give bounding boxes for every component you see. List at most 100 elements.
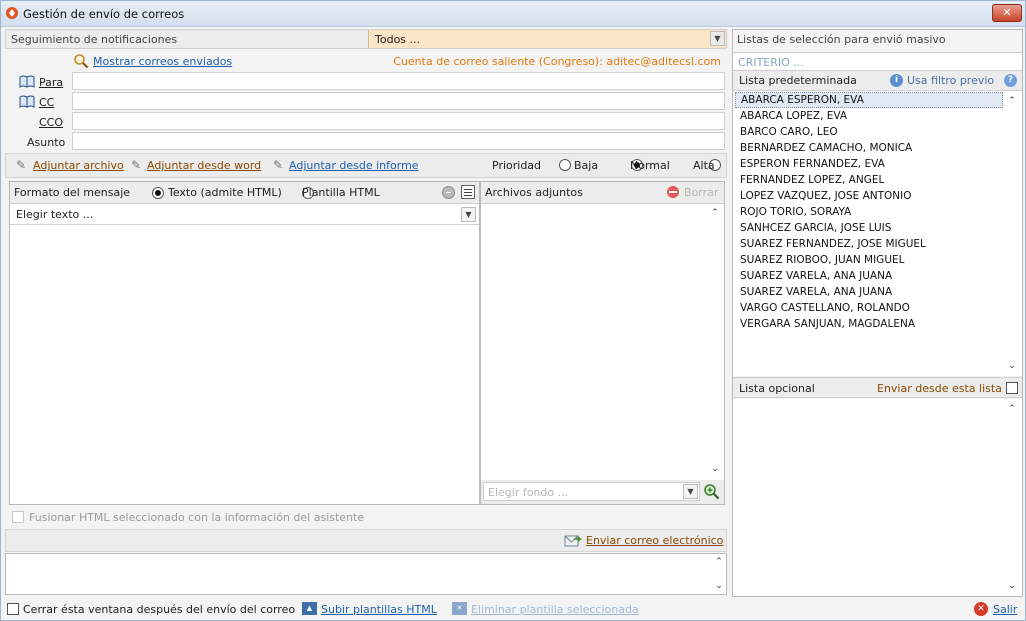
subject-field[interactable] xyxy=(72,132,725,150)
delete-attachment-button[interactable]: Borrar xyxy=(684,186,718,199)
notifications-filter-value: Todos ... xyxy=(375,33,421,46)
priority-normal-label: Normal xyxy=(630,159,670,172)
choose-text-select[interactable]: Elegir texto ... ▼ xyxy=(10,204,479,225)
priority-label: Prioridad xyxy=(492,159,542,172)
list-item[interactable]: SUAREZ FERNANDEZ, JOSE MIGUEL xyxy=(735,236,1003,252)
window-title: Gestión de envío de correos xyxy=(23,7,185,21)
show-sent-mails-link[interactable]: Mostrar correos enviados xyxy=(93,55,232,68)
list-item[interactable]: ABARCA ESPERON, EVA xyxy=(735,92,1003,108)
attach-file-link[interactable]: Adjuntar archivo xyxy=(33,159,124,172)
bcc-field[interactable] xyxy=(72,112,725,130)
scroll-up-icon[interactable]: ⌃ xyxy=(1007,96,1017,106)
list-item[interactable]: BERNARDEZ CAMACHO, MONICA xyxy=(735,140,1003,156)
priority-low-radio[interactable] xyxy=(559,159,571,171)
notifications-label: Seguimiento de notificaciones xyxy=(11,33,178,46)
chevron-down-icon[interactable]: ▼ xyxy=(710,31,725,46)
attach-from-word-link[interactable]: Adjuntar desde word xyxy=(147,159,261,172)
message-format-header: Formato del mensaje Texto (admite HTML) … xyxy=(10,182,479,204)
merge-html-checkbox[interactable] xyxy=(12,511,24,523)
scroll-up-icon[interactable]: ⌃ xyxy=(1007,404,1017,414)
criteria-input[interactable]: CRITERIO ... xyxy=(733,52,1022,71)
attach-from-report-link[interactable]: Adjuntar desde informe xyxy=(289,159,419,172)
scroll-down-icon[interactable]: ⌄ xyxy=(710,464,720,474)
optional-list[interactable]: ⌃ ⌄ xyxy=(733,399,1022,596)
search-icon xyxy=(74,54,89,69)
html-upload-icon: ▲ xyxy=(302,602,317,615)
list-item[interactable]: FERNANDEZ LOPEZ, ANGEL xyxy=(735,172,1003,188)
choose-background-select[interactable]: Elegir fondo ... ▼ xyxy=(483,482,700,501)
to-label[interactable]: Para xyxy=(39,76,63,89)
text-document-icon[interactable] xyxy=(461,185,475,199)
upload-templates-link[interactable]: Subir plantillas HTML xyxy=(321,603,437,616)
paperclip-icon: ✎ xyxy=(16,158,27,172)
optional-list-header: Lista opcional Enviar desde esta lista xyxy=(733,377,1022,398)
message-body-editor[interactable] xyxy=(10,226,479,504)
mass-lists-title: Listas de selección para envió masivo xyxy=(737,33,946,46)
app-logo-icon xyxy=(6,7,18,19)
list-item[interactable]: LOPEZ VAZQUEZ, JOSE ANTONIO xyxy=(735,188,1003,204)
criteria-placeholder: CRITERIO ... xyxy=(738,56,804,69)
scroll-down-icon[interactable]: ⌄ xyxy=(1007,581,1017,591)
scroll-up-icon[interactable]: ⌃ xyxy=(710,208,720,218)
format-template-label: Plantilla HTML xyxy=(302,186,380,199)
list-item[interactable]: VARGO CASTELLANO, ROLANDO xyxy=(735,300,1003,316)
list-item[interactable]: SUAREZ VARELA, ANA JUANA xyxy=(735,284,1003,300)
attach-toolbar: ✎ Adjuntar archivo ✎ Adjuntar desde word… xyxy=(5,153,727,178)
default-list-label: Lista predeterminada xyxy=(739,74,857,87)
choose-background-value: Elegir fondo ... xyxy=(488,486,569,499)
help-icon[interactable]: ? xyxy=(1004,74,1017,87)
default-list[interactable]: ABARCA ESPERON, EVA ABARCA LOPEZ, EVA BARC… xyxy=(733,91,1022,376)
scroll-up-icon[interactable]: ⌃ xyxy=(714,557,724,567)
attachments-label: Archivos adjuntos xyxy=(485,186,583,199)
priority-high-label: Alta xyxy=(693,159,715,172)
list-item[interactable]: ABARCA LOPEZ, EVA xyxy=(735,108,1003,124)
list-item[interactable]: VERGARA SANJUAN, MAGDALENA xyxy=(735,316,1003,332)
chevron-down-icon[interactable]: ▼ xyxy=(461,207,476,222)
minus-circle-icon[interactable] xyxy=(442,186,455,199)
title-bar: Gestión de envío de correos ✕ xyxy=(1,1,1025,27)
close-after-send-checkbox[interactable] xyxy=(7,603,19,615)
zoom-add-icon[interactable] xyxy=(703,483,720,500)
delete-icon[interactable] xyxy=(667,186,679,198)
format-text-radio[interactable] xyxy=(152,187,164,199)
list-item[interactable]: BARCO CARO, LEO xyxy=(735,124,1003,140)
html-delete-icon: ✕ xyxy=(452,602,467,615)
cc-field[interactable] xyxy=(72,92,725,110)
notifications-filter-select[interactable]: Todos ... ▼ xyxy=(368,30,726,48)
attachments-header: Archivos adjuntos Borrar xyxy=(481,182,724,204)
mass-lists-panel: Listas de selección para envió masivo CR… xyxy=(732,29,1023,597)
address-book-icon[interactable] xyxy=(19,95,35,108)
chevron-down-icon[interactable]: ▼ xyxy=(683,484,698,499)
message-format-label: Formato del mensaje xyxy=(14,186,131,199)
list-item[interactable]: SUAREZ RIOBOO, JUAN MIGUEL xyxy=(735,252,1003,268)
format-text-label: Texto (admite HTML) xyxy=(168,186,282,199)
cc-label[interactable]: CC xyxy=(39,96,54,109)
to-field[interactable] xyxy=(72,72,725,90)
main-window: Gestión de envío de correos ✕ Seguimient… xyxy=(0,0,1026,621)
scroll-down-icon[interactable]: ⌄ xyxy=(1007,361,1017,371)
exit-button[interactable]: Salir xyxy=(993,603,1017,616)
delete-template-link[interactable]: Eliminar plantilla seleccionada xyxy=(471,603,639,616)
outgoing-account-text: Cuenta de correo saliente (Congreso): ad… xyxy=(393,55,721,68)
list-item[interactable]: ROJO TORIO, SORAYA xyxy=(735,204,1003,220)
scroll-down-icon[interactable]: ⌄ xyxy=(714,581,724,591)
list-item[interactable]: ESPERON FERNANDEZ, EVA xyxy=(735,156,1003,172)
send-from-list-label: Enviar desde esta lista xyxy=(877,382,1002,395)
send-from-list-checkbox[interactable] xyxy=(1006,382,1018,394)
send-bar: Enviar correo electrónico xyxy=(5,529,727,552)
list-item[interactable]: SUAREZ VARELA, ANA JUANA xyxy=(735,268,1003,284)
subject-label: Asunto xyxy=(27,136,66,149)
info-icon: i xyxy=(890,74,903,87)
use-filter-label[interactable]: Usa filtro previo xyxy=(907,74,994,87)
attachments-panel: Archivos adjuntos Borrar ⌃ ⌄ Elegir fond… xyxy=(480,181,725,505)
bcc-label[interactable]: CCO xyxy=(39,116,63,129)
send-email-button[interactable]: Enviar correo electrónico xyxy=(586,534,723,547)
close-window-button[interactable]: ✕ xyxy=(992,4,1022,22)
list-item[interactable]: SANHCEZ GARCIA, JOSE LUIS xyxy=(735,220,1003,236)
choose-text-value: Elegir texto ... xyxy=(16,208,94,221)
attachments-list[interactable] xyxy=(481,204,724,480)
send-mail-icon[interactable] xyxy=(564,533,582,548)
address-book-icon[interactable] xyxy=(19,75,35,88)
default-list-header: Lista predeterminada i Usa filtro previo… xyxy=(733,71,1022,91)
paperclip-icon: ✎ xyxy=(131,158,142,172)
